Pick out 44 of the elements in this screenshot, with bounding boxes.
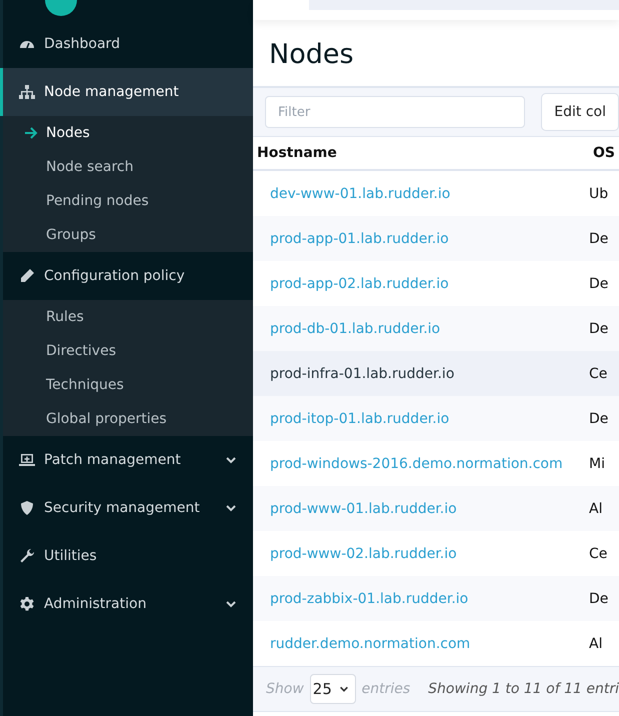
table-cell: De: [589, 396, 619, 441]
submenu-item[interactable]: Rules: [3, 300, 253, 334]
sidebar-item[interactable]: Patch management: [0, 436, 253, 484]
laptop-plus-icon: [19, 452, 35, 468]
table-cell: Ce: [589, 351, 619, 396]
arrow-right-icon: [24, 126, 38, 140]
table-cell: Al: [589, 486, 619, 531]
show-label: Show: [266, 681, 304, 697]
hostname-link[interactable]: prod-infra-01.lab.rudder.io: [253, 351, 589, 396]
table-cell: De: [589, 216, 619, 261]
table-cell: De: [589, 576, 619, 621]
edit-columns-button[interactable]: Edit col: [541, 93, 619, 131]
wrench-icon: [19, 548, 35, 564]
table-cell-text: Al: [589, 634, 604, 654]
table-cell-text: De: [589, 274, 610, 294]
submenu-item[interactable]: Pending nodes: [3, 184, 253, 218]
sitemap-icon: [19, 84, 35, 100]
submenu-item[interactable]: Directives: [3, 334, 253, 368]
sidebar-item[interactable]: Node management: [0, 68, 253, 116]
submenu-item[interactable]: Groups: [3, 218, 253, 252]
table-cell-text: Ub: [589, 184, 610, 204]
page-size-select[interactable]: 25: [310, 674, 356, 704]
sidebar-item[interactable]: Administration: [0, 580, 253, 628]
sidebar-item[interactable]: Utilities: [0, 532, 253, 580]
submenu-item[interactable]: Techniques: [3, 368, 253, 402]
table-cell-text: Ce: [589, 544, 608, 564]
submenu-item[interactable]: Node search: [3, 150, 253, 184]
entries-label: entries: [362, 681, 410, 697]
table-cell: De: [589, 306, 619, 351]
table-cell-text: Mi: [589, 454, 606, 474]
submenu-item[interactable]: Global properties: [3, 402, 253, 436]
sidebar-item[interactable]: Dashboard: [0, 20, 253, 68]
caret-icon: [338, 684, 349, 694]
gear-icon: [19, 596, 35, 612]
filter-field[interactable]: Filter: [265, 96, 526, 128]
submenu-item[interactable]: Nodes: [3, 116, 253, 150]
column-header[interactable]: OS: [589, 137, 619, 171]
entries-info: Showing 1 to 11 of 11 entri: [428, 681, 619, 697]
shield-icon: [19, 500, 35, 516]
pencil-icon: [19, 268, 35, 284]
sidebar-item[interactable]: Security management: [0, 484, 253, 532]
page-title: Nodes: [268, 38, 355, 72]
sidebar-item[interactable]: Configuration policy: [0, 252, 253, 300]
column-header[interactable]: Hostname: [253, 137, 589, 171]
